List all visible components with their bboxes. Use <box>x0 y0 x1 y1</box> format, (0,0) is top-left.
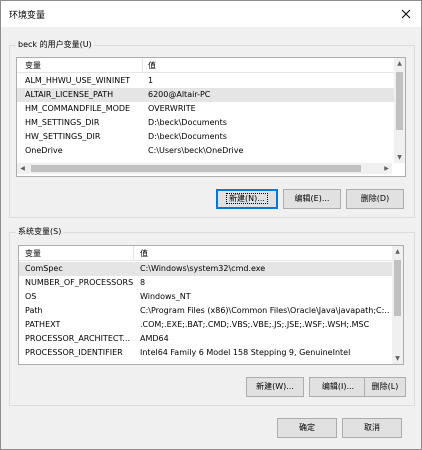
scroll-down-icon[interactable]: ▼ <box>392 353 403 364</box>
var-value: C:\Users\beck\OneDrive <box>148 146 244 155</box>
var-value: C:\Windows\system32\cmd.exe <box>140 264 266 273</box>
table-row[interactable]: PROCESSOR_ARCHITECT... AMD64 <box>19 332 403 346</box>
var-name: NUMBER_OF_PROCESSORS <box>25 278 134 287</box>
table-row[interactable]: Path C:\Program Files (x86)\Common Files… <box>19 304 403 318</box>
var-value: 6200@Altair-PC <box>148 90 211 99</box>
var-name: PATHEXT <box>25 320 61 329</box>
list-header: 变量 值 <box>17 58 405 73</box>
system-new-button[interactable]: 新建(W)... <box>246 377 304 397</box>
vertical-scrollbar[interactable]: ▲ ▼ <box>392 246 403 364</box>
system-variables-group: 系统变量(S) 变量 值 ComSpec C:\Windows\system32… <box>9 226 415 406</box>
scroll-down-icon[interactable]: ▼ <box>394 152 405 163</box>
var-name: PROCESSOR_ARCHITECT... <box>25 334 131 343</box>
table-row[interactable]: ALM_HHWU_USE_WININET 1 <box>17 74 405 88</box>
system-variables-label: 系统变量(S) <box>16 226 64 237</box>
var-name: Path <box>25 306 43 315</box>
user-new-button[interactable]: 新建(N)... <box>216 189 278 209</box>
var-name: ALTAIR_LICENSE_PATH <box>25 90 114 99</box>
var-name: OneDrive <box>25 146 63 155</box>
system-variables-list[interactable]: 变量 值 ComSpec C:\Windows\system32\cmd.exe… <box>18 245 404 365</box>
user-variables-list[interactable]: 变量 值 ALM_HHWU_USE_WININET 1 ALTAIR_LICEN… <box>16 57 406 177</box>
environment-variables-dialog: 环境变量 beck 的用户变量(U) 变量 值 ALM_HHWU_USE_WIN… <box>0 0 422 450</box>
window-title: 环境变量 <box>9 11 46 21</box>
var-value: Windows_NT <box>140 292 191 301</box>
scroll-thumb[interactable] <box>394 260 401 316</box>
scroll-thumb[interactable] <box>396 72 403 130</box>
scroll-left-icon[interactable]: ◀ <box>17 163 28 174</box>
var-value: D:\beck\Documents <box>148 132 227 141</box>
ok-button[interactable]: 确定 <box>277 418 337 438</box>
table-row[interactable]: HM_COMMANDFILE_MODE OVERWRITE <box>17 102 405 116</box>
table-row[interactable]: PATHEXT .COM;.EXE;.BAT;.CMD;.VBS;.VBE;.J… <box>19 318 403 332</box>
system-delete-button[interactable]: 删除(L) <box>364 377 406 397</box>
var-value: OVERWRITE <box>148 104 196 113</box>
var-value: 1 <box>148 76 154 85</box>
scroll-up-icon[interactable]: ▲ <box>392 246 403 257</box>
user-variables-group: beck 的用户变量(U) 变量 值 ALM_HHWU_USE_WININET … <box>9 39 415 218</box>
horizontal-scrollbar[interactable]: ◀ ▶ <box>17 163 392 174</box>
table-row[interactable]: OneDrive C:\Users\beck\OneDrive <box>17 144 405 158</box>
user-variables-label: beck 的用户变量(U) <box>16 39 94 50</box>
scroll-right-icon[interactable]: ▶ <box>381 163 392 174</box>
var-value: Intel64 Family 6 Model 158 Stepping 9, G… <box>140 348 351 357</box>
system-edit-button[interactable]: 编辑(I)... <box>309 377 367 397</box>
title-bar: 环境变量 <box>1 1 421 27</box>
var-value: .COM;.EXE;.BAT;.CMD;.VBS;.VBE;.JS;.JSE;.… <box>140 320 370 329</box>
user-edit-button[interactable]: 编辑(E)... <box>283 189 341 209</box>
close-icon <box>401 9 411 19</box>
table-row[interactable]: OS Windows_NT <box>19 290 403 304</box>
cancel-button[interactable]: 取消 <box>342 418 402 438</box>
vertical-scrollbar[interactable]: ▲ ▼ <box>394 58 405 163</box>
user-delete-button[interactable]: 删除(D) <box>346 189 404 209</box>
table-row[interactable]: HM_SETTINGS_DIR D:\beck\Documents <box>17 116 405 130</box>
var-name: ALM_HHWU_USE_WININET <box>25 76 131 85</box>
var-name: HM_SETTINGS_DIR <box>25 118 100 127</box>
var-name: ComSpec <box>25 264 63 273</box>
var-name: PROCESSOR_IDENTIFIER <box>25 348 123 357</box>
header-variable[interactable]: 变量 <box>25 60 41 71</box>
var-name: HM_COMMANDFILE_MODE <box>25 104 131 113</box>
header-value[interactable]: 值 <box>148 60 156 71</box>
table-row[interactable]: ComSpec C:\Windows\system32\cmd.exe <box>19 262 403 276</box>
var-name: HW_SETTINGS_DIR <box>25 132 101 141</box>
var-value: AMD64 <box>140 334 169 343</box>
var-value: D:\beck\Documents <box>148 118 227 127</box>
var-name: OS <box>25 292 37 301</box>
table-row[interactable]: NUMBER_OF_PROCESSORS 8 <box>19 276 403 290</box>
header-value[interactable]: 值 <box>140 248 148 259</box>
close-button[interactable] <box>391 1 421 27</box>
table-row[interactable]: ALTAIR_LICENSE_PATH 6200@Altair-PC <box>17 88 405 102</box>
list-header: 变量 值 <box>19 246 403 261</box>
header-variable[interactable]: 变量 <box>25 248 41 259</box>
table-row[interactable]: PROCESSOR_IDENTIFIER Intel64 Family 6 Mo… <box>19 346 403 360</box>
var-value: 8 <box>140 278 146 287</box>
scroll-up-icon[interactable]: ▲ <box>394 58 405 69</box>
table-row[interactable]: HW_SETTINGS_DIR D:\beck\Documents <box>17 130 405 144</box>
scroll-thumb[interactable] <box>31 165 361 172</box>
var-value: C:\Program Files (x86)\Common Files\Orac… <box>140 306 390 315</box>
